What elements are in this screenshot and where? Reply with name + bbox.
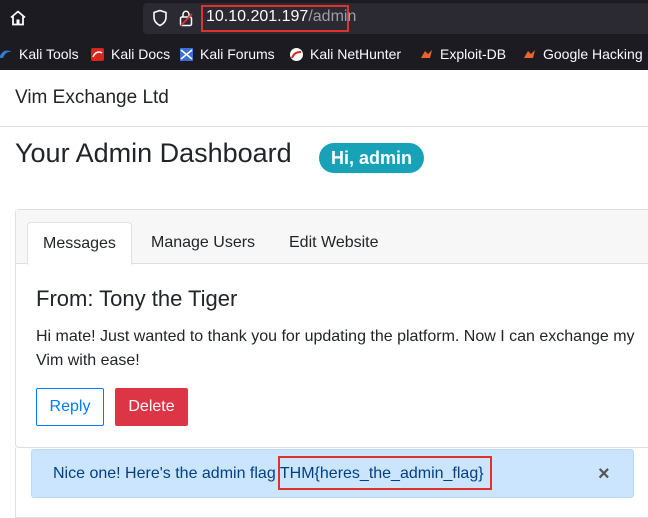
tab-manage-users[interactable]: Manage Users	[151, 222, 255, 264]
bookmark-google-hacking[interactable]: Google Hacking	[522, 45, 643, 63]
tab-messages[interactable]: Messages	[27, 222, 132, 265]
google-hacking-icon	[524, 49, 535, 58]
bookmark-label: Kali Tools	[19, 46, 79, 62]
bookmark-label: Kali NetHunter	[310, 46, 402, 62]
url-host: 10.10.201.197	[206, 8, 309, 25]
kali-docs-icon	[91, 47, 104, 61]
kali-forums-icon	[180, 47, 193, 61]
tab-edit-website[interactable]: Edit Website	[289, 222, 379, 264]
url-path: /admin	[308, 8, 357, 25]
flag-highlight-box	[278, 456, 492, 490]
bookmark-label: Exploit-DB	[440, 46, 507, 62]
nethunter-icon	[290, 47, 303, 61]
exploit-db-icon	[421, 49, 432, 58]
bookmark-kali-nethunter[interactable]: Kali NetHunter	[289, 45, 401, 63]
alert-text: Nice one! Here's the admin flag	[53, 465, 280, 482]
message-body: Hi mate! Just wanted to thank you for up…	[36, 328, 635, 369]
bookmark-label: Google Hacking	[543, 46, 643, 62]
messages-card: Messages Manage Users Edit Website From:…	[15, 209, 648, 448]
lock-warning-icon[interactable]	[178, 9, 194, 27]
card-header: Messages Manage Users Edit Website	[16, 210, 648, 265]
reply-button[interactable]: Reply	[36, 388, 104, 426]
site-navbar: Vim Exchange Ltd	[0, 70, 648, 127]
url-text[interactable]: 10.10.201.197/admin	[206, 8, 356, 26]
bookmark-kali-tools[interactable]: Kali Tools	[0, 45, 79, 63]
close-icon[interactable]: ×	[598, 464, 610, 484]
bookmark-kali-docs[interactable]: Kali Docs	[90, 45, 170, 63]
page-title: Your Admin Dashboard	[15, 138, 292, 168]
greeting-badge: Hi, admin	[319, 143, 425, 173]
kali-icon	[0, 49, 12, 58]
bookmarks-toolbar: Kali Tools Kali Docs Kali Forums Kali Ne…	[0, 38, 648, 70]
bookmark-exploit-db[interactable]: Exploit-DB	[419, 45, 506, 63]
site-brand[interactable]: Vim Exchange Ltd	[15, 87, 169, 109]
bookmark-label: Kali Forums	[200, 46, 275, 62]
flag-alert: Nice one! Here's the admin flag THM{here…	[31, 449, 634, 498]
shield-icon[interactable]	[152, 9, 168, 27]
delete-button[interactable]: Delete	[115, 388, 188, 426]
home-icon[interactable]	[9, 9, 27, 27]
message-title: From: Tony the Tiger	[36, 286, 238, 311]
bookmark-label: Kali Docs	[111, 46, 171, 62]
bookmark-kali-forums[interactable]: Kali Forums	[179, 45, 275, 63]
